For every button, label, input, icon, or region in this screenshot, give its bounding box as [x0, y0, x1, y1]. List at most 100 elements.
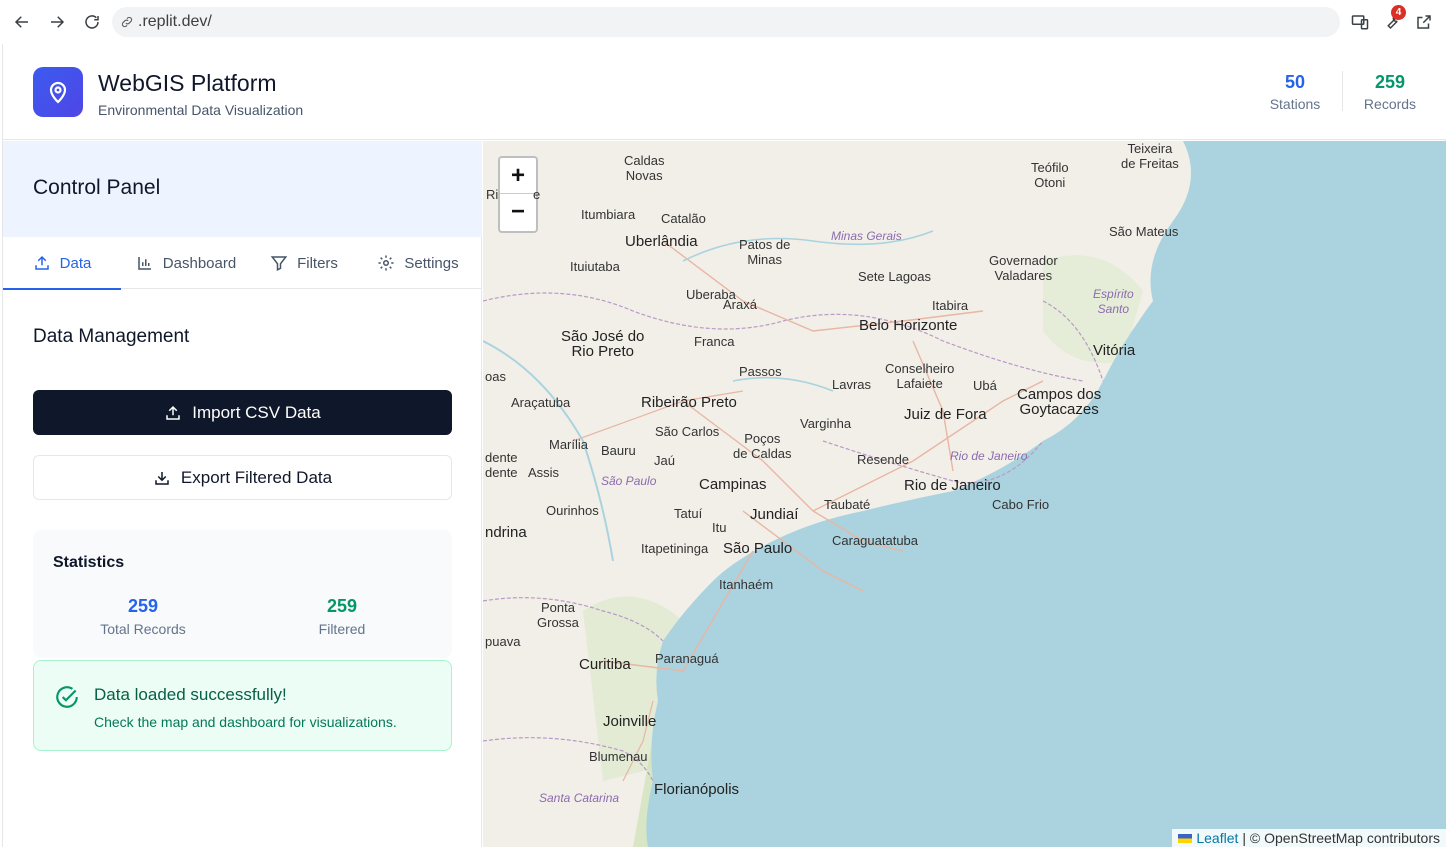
link-icon	[121, 16, 133, 28]
filter-icon	[270, 256, 288, 271]
place-label-jundiai: Jundiaí	[750, 506, 799, 523]
place-label-sjrp: São José do Rio Preto	[561, 328, 645, 360]
tab-filters[interactable]: Filters	[251, 237, 357, 289]
place-label-franca: Franca	[694, 334, 735, 349]
stations-count: 50	[1284, 72, 1306, 92]
place-label-tatui: Tatuí	[674, 506, 703, 521]
import-csv-button[interactable]: Import CSV Data	[33, 390, 452, 435]
app-frame: WebGIS Platform Environmental Data Visua…	[2, 44, 1446, 847]
map-view[interactable]: + − Caldas Novas Teófilo Otoni Teixeira de Fr…	[483, 141, 1446, 847]
zoom-in-button[interactable]: +	[500, 158, 536, 194]
url-text: .replit.dev/	[138, 13, 212, 30]
records-count: 259	[1374, 72, 1406, 92]
map-attribution: Leaflet | © OpenStreetMap contributors	[1172, 829, 1446, 847]
place-label-ourinhos: Ourinhos	[546, 503, 599, 518]
place-label-passos: Passos	[739, 364, 782, 379]
filtered-label: Filtered	[318, 621, 366, 637]
place-label-sao-paulo: São Paulo	[723, 540, 793, 557]
statistics-card: Statistics 259 Total Records 259 Filtere…	[33, 530, 452, 658]
extensions-button[interactable]: 4	[1378, 5, 1406, 36]
stations-label: Stations	[1269, 96, 1321, 112]
forward-button[interactable]	[43, 8, 71, 36]
devices-icon	[1351, 15, 1369, 30]
stat-divider	[1342, 71, 1343, 111]
success-alert: Data loaded successfully! Check the map …	[33, 660, 452, 751]
success-title: Data loaded successfully!	[94, 685, 287, 704]
place-label-juiz-de-fora: Juiz de Fora	[904, 406, 987, 423]
place-label-sao-carlos: São Carlos	[655, 424, 720, 439]
place-label-teixeira: Teixeira de Freitas	[1121, 141, 1179, 171]
arrow-left-icon	[14, 16, 28, 28]
place-label-lavras: Lavras	[832, 377, 872, 392]
place-label-santa-catarina: Santa Catarina	[539, 791, 620, 805]
map-pin-icon	[49, 81, 67, 104]
place-label-edge-dente2: dente	[485, 465, 518, 480]
check-circle-icon	[56, 686, 78, 708]
place-label-ituiutaba: Ituiutaba	[570, 259, 620, 274]
place-label-assis: Assis	[528, 465, 560, 480]
place-label-curitiba: Curitiba	[579, 656, 631, 673]
place-label-minas-gerais: Minas Gerais	[831, 229, 902, 243]
tab-data[interactable]: Data	[3, 237, 121, 290]
place-label-conselheiro: Conselheiro Lafaiete	[885, 361, 955, 391]
reload-button[interactable]	[78, 8, 106, 36]
zoom-out-button[interactable]: −	[500, 194, 536, 230]
external-link-icon	[1417, 15, 1431, 29]
devices-button[interactable]	[1346, 8, 1374, 36]
total-records-label: Total Records	[100, 621, 186, 637]
back-button[interactable]	[8, 8, 36, 36]
tab-settings[interactable]: Settings	[357, 237, 479, 289]
tab-dashboard-label: Dashboard	[162, 254, 237, 272]
osm-attribution: | © OpenStreetMap contributors	[1242, 830, 1440, 846]
place-label-itanhaem: Itanhaém	[719, 577, 774, 592]
place-label-patos: Patos de Minas	[739, 237, 791, 267]
open-new-tab-button[interactable]	[1410, 8, 1438, 36]
place-label-araxa: Araxá	[723, 297, 757, 312]
place-label-marilia: Marília	[549, 437, 589, 452]
export-data-button[interactable]: Export Filtered Data	[33, 455, 452, 500]
filtered-value: 259	[326, 596, 358, 616]
place-label-joinville: Joinville	[603, 713, 657, 730]
place-label-sao-mateus: São Mateus	[1109, 224, 1179, 239]
place-label-sete-lagoas: Sete Lagoas	[858, 269, 932, 284]
total-records-value: 259	[127, 596, 159, 616]
place-label-campinas: Campinas	[699, 476, 767, 493]
records-label: Records	[1363, 96, 1417, 112]
tab-settings-label: Settings	[404, 254, 459, 272]
browser-toolbar: .replit.dev/ 4	[0, 0, 1448, 44]
place-label-ribeirao: Ribeirão Preto	[641, 394, 737, 411]
place-label-caraguatatuba: Caraguatatuba	[832, 533, 919, 548]
place-label-bauru: Bauru	[601, 443, 636, 458]
reload-icon	[85, 15, 99, 29]
filtered-stat: 259 Filtered	[252, 596, 432, 637]
statistics-title: Statistics	[53, 554, 125, 571]
tab-dashboard[interactable]: Dashboard	[121, 237, 251, 289]
place-label-blumenau: Blumenau	[589, 749, 648, 764]
tab-data-label: Data	[59, 254, 92, 272]
place-label-paranagua: Paranaguá	[655, 651, 719, 666]
address-bar[interactable]: .replit.dev/	[112, 7, 1340, 37]
records-stat: 259 Records	[1358, 72, 1422, 112]
place-label-itabira: Itabira	[932, 298, 969, 313]
success-text: Check the map and dashboard for visualiz…	[94, 714, 397, 730]
section-title: Data Management	[33, 326, 190, 347]
place-label-campos: Campos dos Goytacazes	[1017, 386, 1102, 418]
tab-bar: Data Dashboard Filters Settings	[3, 237, 482, 290]
place-label-vitoria: Vitória	[1093, 342, 1136, 359]
place-label-jau: Jaú	[654, 453, 675, 468]
place-label-teofilo-otoni: Teófilo Otoni	[1031, 160, 1069, 190]
place-label-belo-horizonte: Belo Horizonte	[859, 317, 958, 334]
place-label-sao-paulo-state: São Paulo	[601, 474, 657, 488]
export-data-label: Export Filtered Data	[180, 467, 333, 487]
app-logo	[33, 67, 83, 117]
place-label-edge-ri: Ri	[486, 187, 499, 202]
leaflet-link[interactable]: Leaflet	[1196, 830, 1238, 846]
place-label-uba: Ubá	[973, 378, 997, 393]
app-header: WebGIS Platform Environmental Data Visua…	[3, 44, 1446, 140]
app-subtitle: Environmental Data Visualization	[98, 102, 304, 118]
app-title: WebGIS Platform	[98, 70, 277, 96]
ukraine-flag-icon	[1178, 833, 1193, 843]
place-label-pocos: Poços de Caldas	[733, 431, 792, 461]
upload-icon	[34, 255, 49, 270]
place-label-caldas-novas: Caldas Novas	[624, 153, 665, 183]
